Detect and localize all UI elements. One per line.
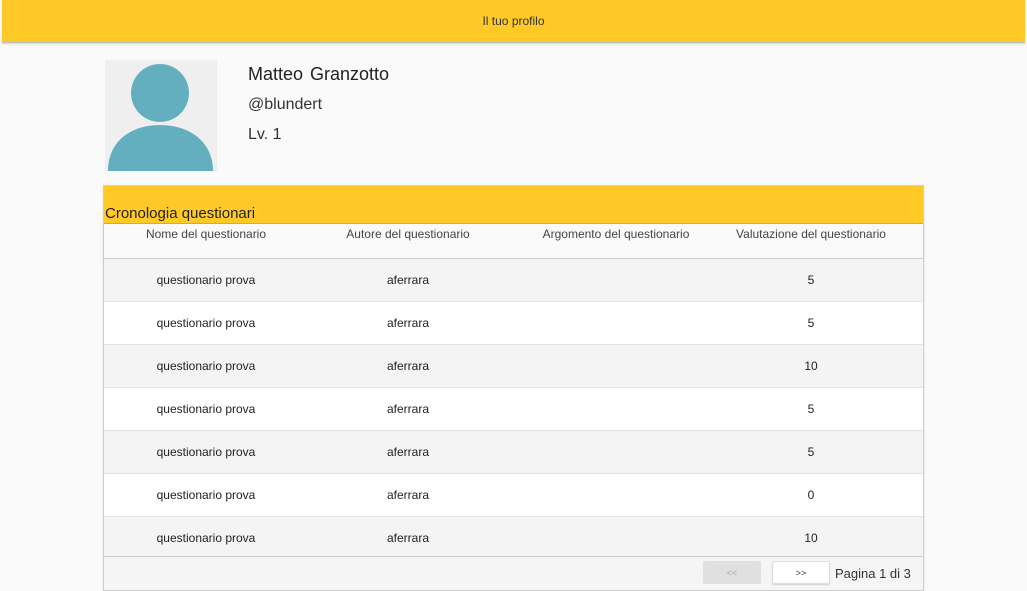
- page-title: Il tuo profilo: [482, 14, 545, 28]
- profile-level: Lv. 1: [248, 126, 282, 143]
- cell-name: questionario prova: [156, 445, 256, 459]
- cell-name: questionario prova: [156, 359, 256, 373]
- cell-name: questionario prova: [156, 273, 256, 287]
- previous-page-button[interactable]: <<: [703, 561, 761, 584]
- cell-rating: 5: [807, 445, 815, 459]
- cell-author: aferrara: [386, 273, 430, 287]
- cell-author: aferrara: [386, 488, 430, 502]
- avatar: [105, 60, 217, 171]
- cell-name: questionario prova: [156, 316, 256, 330]
- column-header-rating[interactable]: Valutazione del questionario: [711, 227, 911, 241]
- table-row[interactable]: questionario prova aferrara 5: [104, 431, 923, 474]
- cell-author: aferrara: [386, 359, 430, 373]
- history-title: Cronologia questionari: [105, 205, 256, 222]
- column-header-name[interactable]: Nome del questionario: [106, 227, 306, 241]
- history-card-header: Cronologia questionari: [104, 186, 923, 224]
- cell-name: questionario prova: [156, 531, 256, 545]
- cell-rating: 5: [807, 273, 815, 287]
- table-row[interactable]: questionario prova aferrara 5: [104, 259, 923, 302]
- cell-rating: 5: [807, 316, 815, 330]
- cell-author: aferrara: [386, 316, 430, 330]
- cell-author: aferrara: [386, 402, 430, 416]
- table-row[interactable]: questionario prova aferrara 10: [104, 345, 923, 388]
- cell-author: aferrara: [386, 445, 430, 459]
- history-card: Cronologia questionari Nome del question…: [103, 185, 924, 591]
- column-header-topic[interactable]: Argomento del questionario: [516, 227, 716, 241]
- table-row[interactable]: questionario prova aferrara 10: [104, 517, 923, 560]
- cell-rating: 5: [807, 402, 815, 416]
- cell-rating: 10: [804, 531, 818, 545]
- column-header-author[interactable]: Autore del questionario: [308, 227, 508, 241]
- cell-name: questionario prova: [156, 402, 256, 416]
- user-silhouette-icon: [108, 64, 213, 171]
- cell-rating: 0: [807, 488, 815, 502]
- page-indicator: Pagina 1 di 3: [835, 566, 911, 581]
- top-app-bar: Il tuo profilo: [2, 0, 1025, 43]
- cell-name: questionario prova: [156, 488, 256, 502]
- profile-handle: @blundert: [248, 96, 323, 113]
- cell-author: aferrara: [386, 531, 430, 545]
- table-row[interactable]: questionario prova aferrara 5: [104, 388, 923, 431]
- table-row[interactable]: questionario prova aferrara 0: [104, 474, 923, 517]
- table-header: Nome del questionario Autore del questio…: [104, 224, 923, 259]
- pagination-bar: << >> Pagina 1 di 3: [104, 556, 923, 590]
- profile-name: Matteo Granzotto: [248, 64, 390, 84]
- table-row[interactable]: questionario prova aferrara 5: [104, 302, 923, 345]
- next-page-button[interactable]: >>: [772, 561, 830, 584]
- cell-rating: 10: [804, 359, 818, 373]
